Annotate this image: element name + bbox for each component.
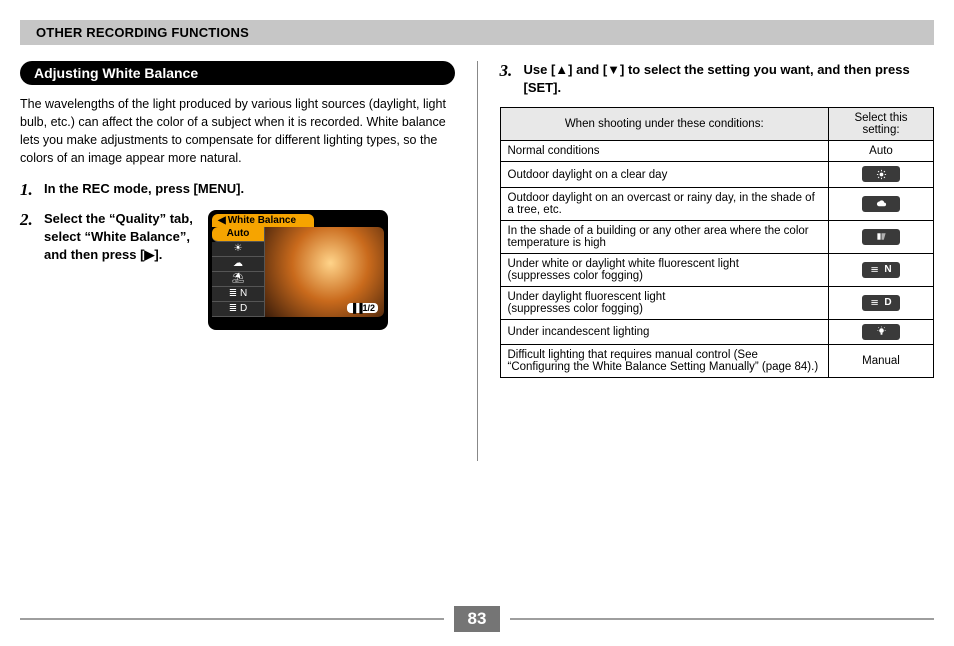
- camera-menu-item: ≣ N: [212, 287, 264, 302]
- setting-cell: Manual: [829, 345, 934, 378]
- fluoro-icon: D: [862, 295, 900, 311]
- step-text: Select the “Quality” tab, select “White …: [44, 210, 194, 265]
- topic-heading: Adjusting White Balance: [20, 61, 455, 85]
- table-row: Under white or daylight white fluorescen…: [500, 253, 934, 286]
- condition-cell: In the shade of a building or any other …: [500, 220, 829, 253]
- table-row: Difficult lighting that requires manual …: [500, 345, 934, 378]
- camera-menu-item: Auto: [212, 227, 264, 242]
- camera-menu-item: ☁: [212, 257, 264, 272]
- left-column: Adjusting White Balance The wavelengths …: [20, 61, 477, 461]
- content-columns: Adjusting White Balance The wavelengths …: [20, 61, 934, 461]
- table-header-setting: Select this setting:: [829, 108, 934, 141]
- step-number: 3.: [500, 61, 524, 97]
- condition-cell: Outdoor daylight on an overcast or rainy…: [500, 187, 829, 220]
- page-number: 83: [454, 606, 501, 632]
- step-text: In the REC mode, press [MENU].: [44, 180, 244, 200]
- setting-cell: Auto: [829, 141, 934, 162]
- table-row: Outdoor daylight on an overcast or rainy…: [500, 187, 934, 220]
- condition-cell: Difficult lighting that requires manual …: [500, 345, 829, 378]
- intro-paragraph: The wavelengths of the light produced by…: [20, 95, 455, 168]
- camera-menu-tab-label: White Balance: [228, 215, 296, 226]
- step-text: Use [▲] and [▼] to select the setting yo…: [524, 61, 935, 97]
- setting-cell: [829, 220, 934, 253]
- steps-list: 1. In the REC mode, press [MENU]. 2. Sel…: [20, 180, 455, 330]
- setting-cell: [829, 162, 934, 188]
- camera-menu-item: ≣ D: [212, 302, 264, 317]
- condition-cell: Normal conditions: [500, 141, 829, 162]
- page-footer: 83: [20, 606, 934, 632]
- table-header-conditions: When shooting under these conditions:: [500, 108, 829, 141]
- footer-rule: [510, 618, 934, 620]
- camera-preview-image: ▐▐1/2: [265, 227, 384, 317]
- camera-page-badge: ▐▐1/2: [347, 303, 378, 313]
- condition-cell: Outdoor daylight on a clear day: [500, 162, 829, 188]
- table-row: Normal conditionsAuto: [500, 141, 934, 162]
- camera-menu-list: Auto ☀ ☁ ⛱ ≣ N ≣ D: [212, 227, 265, 317]
- step-1: 1. In the REC mode, press [MENU].: [20, 180, 455, 200]
- condition-cell: Under daylight fluorescent light (suppre…: [500, 286, 829, 319]
- bulb-icon: [862, 324, 900, 340]
- condition-cell: Under incandescent lighting: [500, 319, 829, 345]
- condition-cell: Under white or daylight white fluorescen…: [500, 253, 829, 286]
- table-row: Under daylight fluorescent light (suppre…: [500, 286, 934, 319]
- table-row: In the shade of a building or any other …: [500, 220, 934, 253]
- step-number: 2.: [20, 210, 44, 330]
- camera-menu-item: ☀: [212, 242, 264, 257]
- setting-cell: N: [829, 253, 934, 286]
- setting-cell: [829, 319, 934, 345]
- step-number: 1.: [20, 180, 44, 200]
- camera-menu-item: ⛱: [212, 272, 264, 287]
- left-arrow-icon: ◀: [218, 215, 226, 226]
- table-header-row: When shooting under these conditions: Se…: [500, 108, 934, 141]
- setting-cell: [829, 187, 934, 220]
- camera-menu-screenshot: ◀ White Balance Auto ☀ ☁ ⛱ ≣ N ≣ D: [208, 210, 388, 330]
- step-2: 2. Select the “Quality” tab, select “Whi…: [20, 210, 455, 330]
- step-3: 3. Use [▲] and [▼] to select the setting…: [500, 61, 935, 97]
- table-row: Outdoor daylight on a clear day: [500, 162, 934, 188]
- fluoro-icon: N: [862, 262, 900, 278]
- sun-icon: [862, 166, 900, 182]
- cloud-icon: [862, 196, 900, 212]
- shade-icon: [862, 229, 900, 245]
- camera-menu-tab: ◀ White Balance: [212, 214, 314, 227]
- white-balance-table: When shooting under these conditions: Se…: [500, 107, 935, 378]
- section-header: OTHER RECORDING FUNCTIONS: [20, 20, 934, 45]
- setting-cell: D: [829, 286, 934, 319]
- table-row: Under incandescent lighting: [500, 319, 934, 345]
- footer-rule: [20, 618, 444, 620]
- right-column: 3. Use [▲] and [▼] to select the setting…: [478, 61, 935, 461]
- steps-list-right: 3. Use [▲] and [▼] to select the setting…: [500, 61, 935, 97]
- battery-icon: ▐▐: [350, 303, 363, 313]
